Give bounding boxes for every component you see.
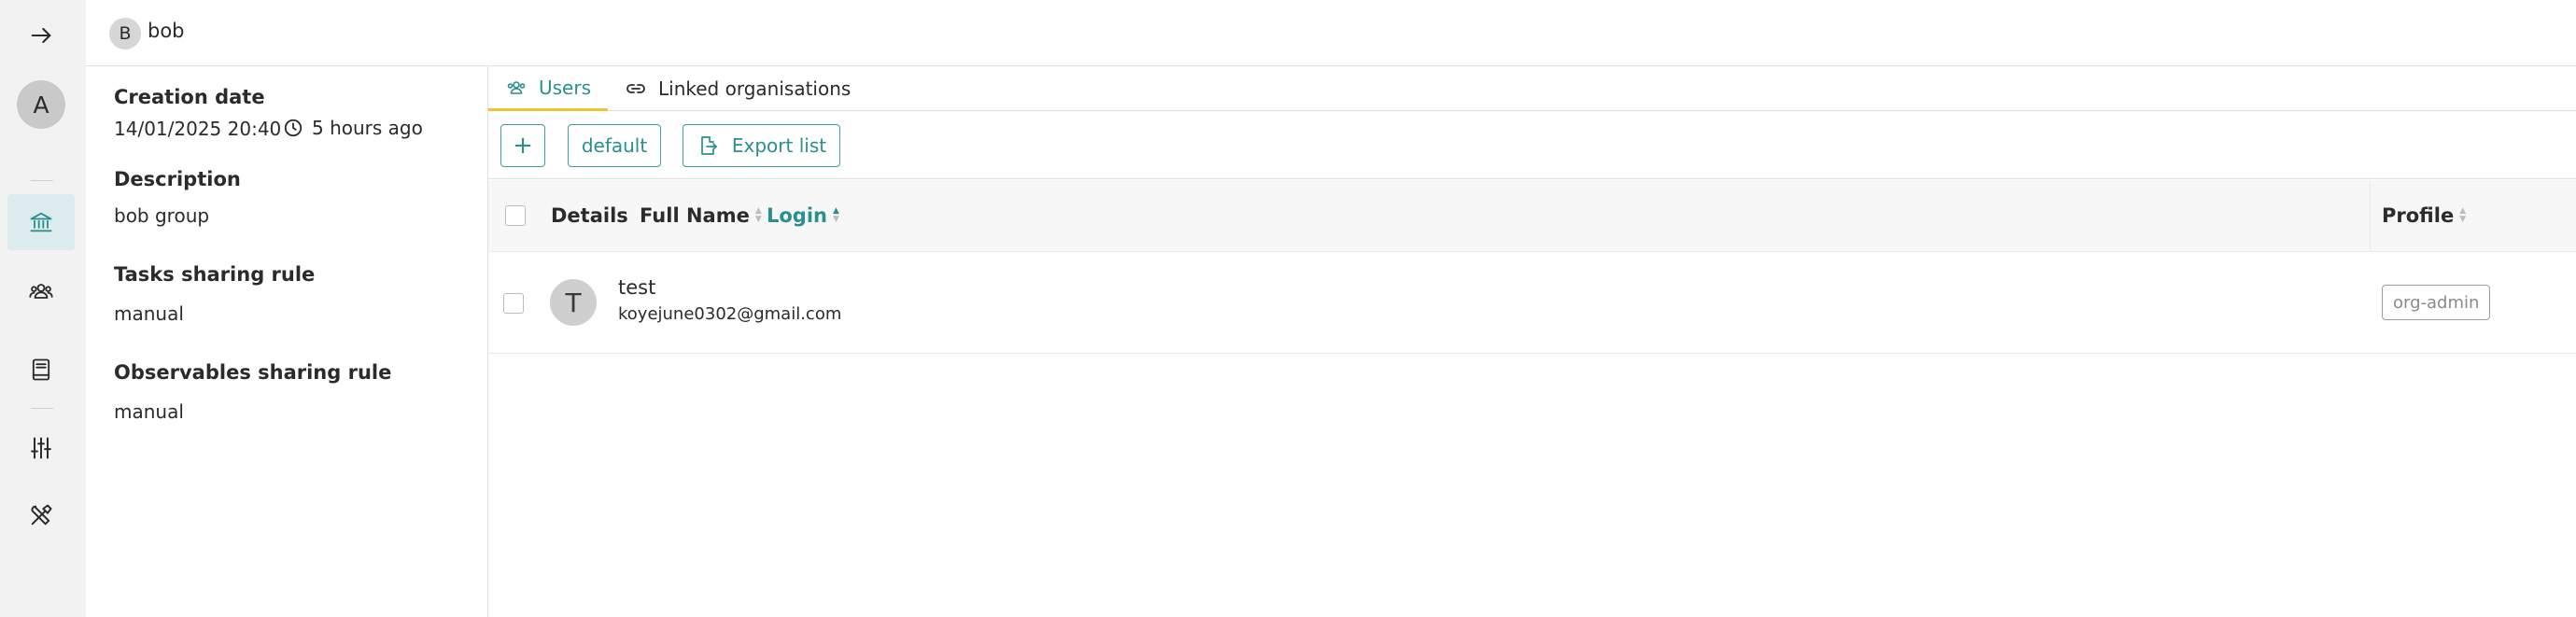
tab-users[interactable]: Users [488, 66, 609, 111]
user-login: koyejune0302@gmail.com [618, 304, 842, 324]
table-row: T test koyejune0302@gmail.com org-admin [488, 252, 2576, 354]
tab-users-label: Users [539, 76, 592, 99]
users-icon [29, 284, 53, 299]
column-login-label: Login [767, 204, 827, 227]
column-details: Details [551, 204, 628, 227]
details-panel: Creation date 14/01/2025 20:40 5 hours a… [86, 66, 488, 617]
column-full-name[interactable]: Full Name ▲ ▼ [640, 204, 762, 227]
default-filter-button[interactable]: default [568, 124, 661, 167]
column-divider [2370, 180, 2371, 252]
sliders-icon [31, 437, 51, 459]
add-user-button[interactable]: + [500, 124, 545, 167]
tab-linked-organisations-label: Linked organisations [658, 77, 852, 100]
tools-icon [31, 504, 52, 526]
observables-sharing-label: Observables sharing rule [114, 361, 392, 384]
creation-relative-time: 5 hours ago [312, 117, 423, 139]
user-avatar[interactable]: A [17, 80, 65, 129]
sort-icon: ▲ ▼ [2459, 206, 2467, 224]
select-all-checkbox[interactable] [505, 205, 526, 226]
nav-settings[interactable] [7, 420, 75, 476]
nav-organisations[interactable] [7, 194, 75, 250]
avatar: T [550, 279, 597, 326]
column-full-name-label: Full Name [640, 204, 750, 227]
table-header: Details Full Name ▲ ▼ Login ▲ ▼ Profile ▲ ▼ [488, 180, 2576, 252]
column-profile[interactable]: Profile ▲ ▼ [2382, 204, 2466, 227]
export-list-label: Export list [731, 134, 827, 157]
bank-icon [30, 212, 52, 232]
clock-icon [284, 119, 303, 137]
expand-nav-button[interactable] [7, 7, 75, 63]
sort-ascending-icon: ▲ ▼ [833, 206, 839, 224]
main-content: Users Linked organisations + default Exp… [488, 66, 2576, 617]
rail-divider [31, 408, 53, 409]
page-title: bob [148, 20, 185, 42]
nav-users[interactable] [7, 263, 75, 319]
link-icon [626, 84, 645, 93]
profile-badge[interactable]: org-admin [2382, 285, 2491, 320]
tasks-sharing-value: manual [114, 302, 184, 325]
description-label: Description [114, 168, 241, 190]
arrow-right-icon [31, 27, 51, 44]
creation-date-value: 14/01/2025 20:40 [114, 118, 282, 140]
nav-knowledge[interactable] [7, 342, 75, 398]
tab-linked-organisations[interactable]: Linked organisations [608, 66, 867, 111]
group-avatar: B [109, 18, 141, 49]
left-rail: A [0, 0, 86, 617]
nav-admin-tools[interactable] [7, 487, 75, 543]
export-icon [701, 136, 717, 155]
export-list-button[interactable]: Export list [683, 124, 840, 167]
observables-sharing-value: manual [114, 400, 184, 423]
row-checkbox[interactable] [503, 293, 524, 314]
tasks-sharing-label: Tasks sharing rule [114, 263, 316, 286]
creation-date-label: Creation date [114, 86, 265, 108]
tab-bar: Users Linked organisations [488, 66, 2576, 111]
description-value: bob group [114, 204, 210, 227]
page-header: B bob [86, 0, 2576, 66]
column-login[interactable]: Login ▲ ▼ [767, 204, 839, 227]
sort-icon: ▲ ▼ [754, 206, 762, 224]
users-icon [507, 80, 526, 94]
rail-divider [31, 180, 53, 181]
app: A B bob Creation date 14/01/2025 20:40 5… [0, 0, 2576, 617]
book-icon [32, 358, 50, 381]
toolbar: + default Export list [488, 111, 2576, 179]
column-profile-label: Profile [2382, 204, 2455, 227]
user-name-link[interactable]: test [618, 276, 655, 299]
